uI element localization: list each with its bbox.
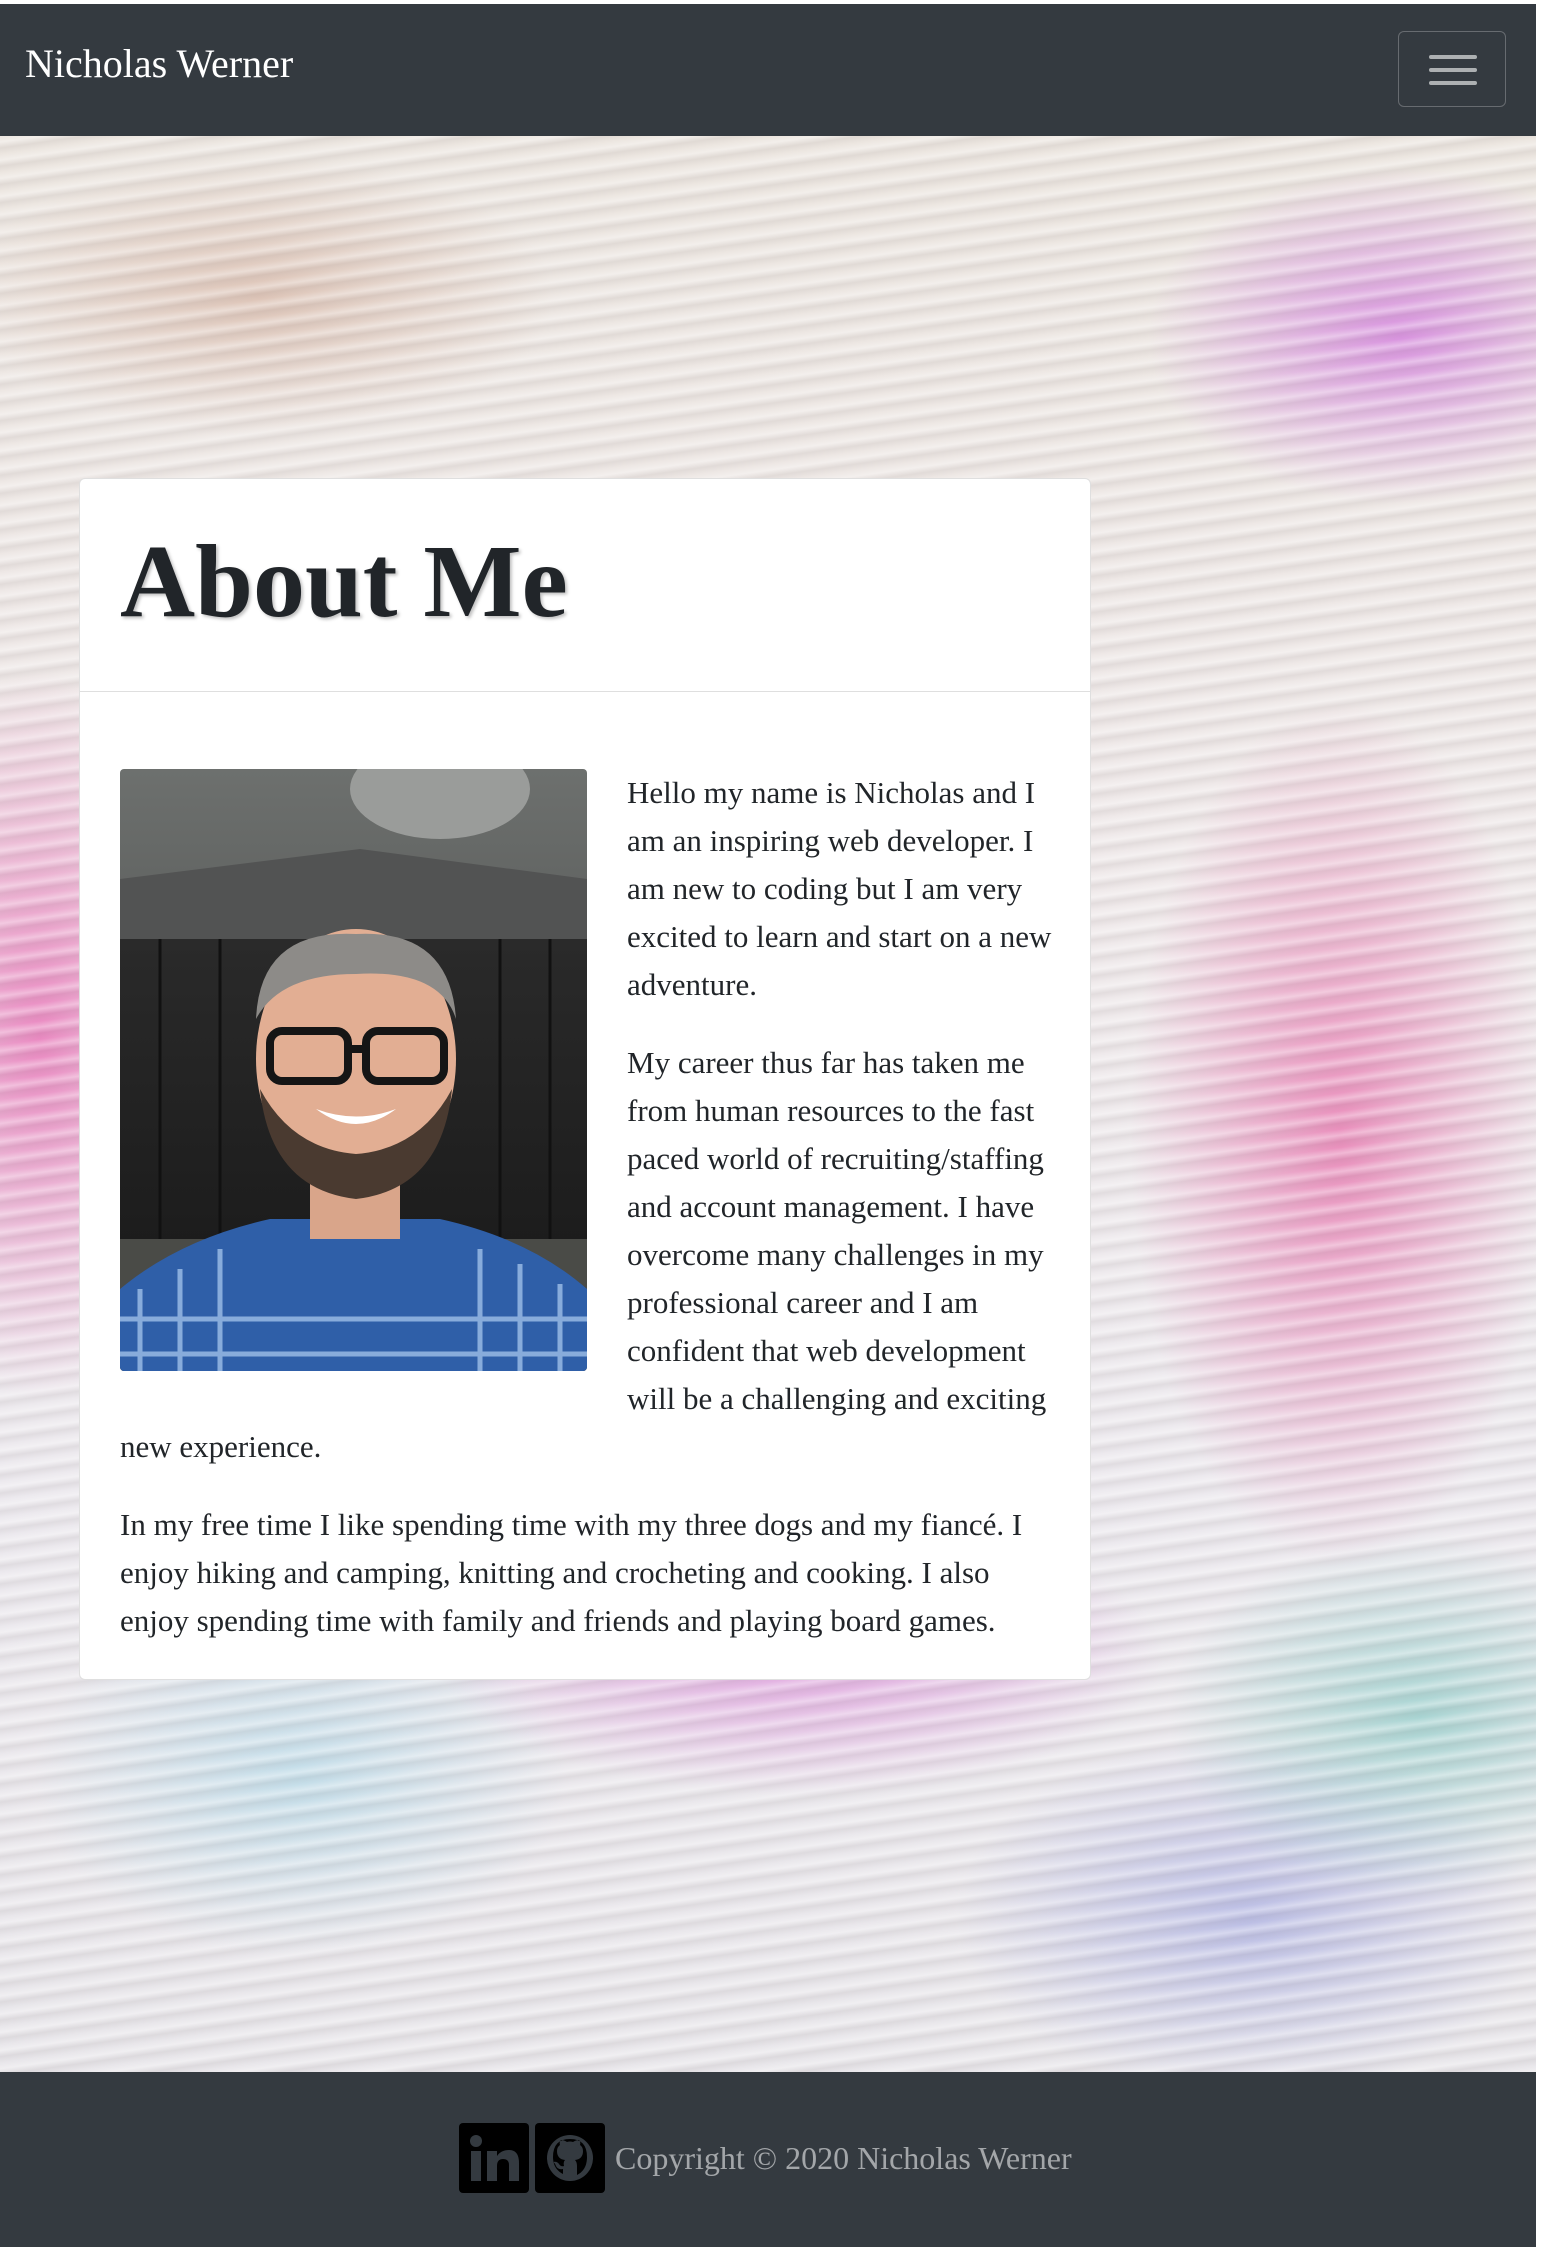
footer-content: Copyright © 2020 Nicholas Werner	[459, 2123, 1072, 2193]
hero-background: About Me Hello my name is Nicholas and I…	[0, 136, 1536, 2072]
page: Nicholas Werner About Me Hello my name i…	[0, 0, 1536, 2247]
linkedin-link[interactable]	[459, 2123, 529, 2193]
navbar-brand[interactable]: Nicholas Werner	[25, 44, 293, 84]
footer: Copyright © 2020 Nicholas Werner	[0, 2072, 1536, 2247]
github-link[interactable]	[535, 2123, 605, 2193]
page-title: About Me	[120, 524, 568, 639]
github-icon	[541, 2129, 599, 2187]
free-time-paragraph: In my free time I like spending time wit…	[120, 1507, 1023, 1638]
card-header: About Me	[80, 479, 1090, 692]
profile-photo	[120, 769, 587, 1371]
about-card: About Me Hello my name is Nicholas and I…	[79, 478, 1091, 1680]
navbar-toggle-button[interactable]	[1398, 31, 1506, 107]
card-body: Hello my name is Nicholas and I am an in…	[120, 769, 1052, 1675]
navbar: Nicholas Werner	[0, 4, 1536, 136]
copyright-text: Copyright © 2020 Nicholas Werner	[615, 2139, 1072, 2176]
linkedin-icon	[465, 2129, 523, 2187]
